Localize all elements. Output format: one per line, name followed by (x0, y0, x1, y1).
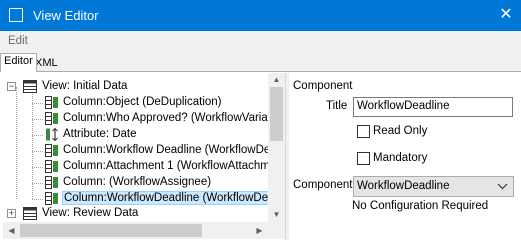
scroll-left-icon[interactable]: ◀ (3, 222, 20, 239)
read-only-label[interactable]: Read Only (373, 125, 427, 137)
tab-editor[interactable]: Editor (0, 53, 37, 72)
tree-node-label: View: Initial Data (42, 80, 128, 92)
tree-node-label: Attribute: Date (63, 128, 137, 140)
menu-bar: Edit (0, 31, 521, 53)
title-bar: View Editor ✕ (0, 0, 521, 31)
scroll-thumb[interactable] (20, 224, 202, 237)
attribute-icon (46, 128, 58, 141)
properties-panel: Component Title WorkflowDeadline Read On… (289, 73, 521, 240)
mandatory-checkbox[interactable] (357, 152, 370, 165)
section-title: Component (293, 80, 353, 92)
scroll-up-icon[interactable]: ▲ (268, 73, 285, 87)
tree-node-column[interactable]: Column: (WorkflowAssignee) (7, 175, 267, 191)
component-select[interactable]: WorkflowDeadline (353, 176, 514, 197)
collapse-icon[interactable]: − (7, 82, 16, 91)
component-select-value: WorkflowDeadline (357, 180, 450, 192)
tree-node-label: Column:Who Approved? (WorkflowVariable (63, 112, 269, 124)
view-tree[interactable]: − View: Initial Data Column:Object (DeDu… (3, 73, 269, 222)
scroll-thumb[interactable] (270, 87, 283, 141)
tree-node-label: Column: (WorkflowAssignee) (63, 176, 212, 188)
column-icon (45, 176, 58, 189)
app-window-icon (9, 8, 23, 22)
tree-node-column[interactable]: Column:Who Approved? (WorkflowVariable (7, 111, 269, 127)
tree-node-label: Column:Object (DeDuplication) (63, 96, 222, 108)
tree-node-label: View: Review Data (42, 207, 139, 219)
tree-node-label: Column:Workflow Deadline (WorkflowDead (63, 144, 269, 156)
title-label: Title (326, 100, 348, 112)
tree-node-column[interactable]: Column:Object (DeDuplication) (7, 95, 267, 111)
column-icon (45, 192, 58, 205)
window-title: View Editor (33, 8, 99, 23)
column-icon (45, 112, 58, 125)
menu-edit[interactable]: Edit (8, 35, 28, 47)
tree-horizontal-scrollbar[interactable]: ◀ ▶ (3, 222, 268, 239)
grid-view-icon (23, 207, 37, 220)
read-only-checkbox[interactable] (357, 125, 370, 138)
grid-view-icon (23, 80, 37, 93)
tree-node-column[interactable]: Column:Attachment 1 (WorkflowAttachmer (7, 159, 269, 175)
column-icon (45, 96, 58, 109)
tree-node-column-selected[interactable]: Column:WorkflowDeadline (WorkflowDeadli (7, 191, 269, 207)
column-icon (45, 144, 58, 157)
tree-node-label: Column:WorkflowDeadline (WorkflowDeadli (62, 191, 269, 205)
scroll-right-icon[interactable]: ▶ (251, 222, 268, 239)
tree-vertical-scrollbar[interactable]: ▲ ▼ (268, 73, 285, 222)
tree-node-attribute[interactable]: Attribute: Date (7, 127, 267, 143)
mandatory-label[interactable]: Mandatory (373, 152, 427, 164)
tree-node-label: Column:Attachment 1 (WorkflowAttachmer (63, 160, 269, 172)
tree-node-column[interactable]: Column:Workflow Deadline (WorkflowDead (7, 143, 269, 159)
chevron-down-icon (497, 183, 508, 190)
scroll-down-icon[interactable]: ▼ (268, 208, 285, 222)
title-field[interactable]: WorkflowDeadline (353, 97, 513, 117)
expand-icon[interactable]: + (7, 209, 16, 218)
component-label: Component (293, 179, 353, 191)
tree-node-initial-data[interactable]: − View: Initial Data (7, 79, 267, 95)
tree-node-review-data[interactable]: + View: Review Data (7, 206, 267, 222)
tab-strip: Editor XML (0, 53, 521, 72)
column-icon (45, 160, 58, 173)
scrollbar-corner (268, 222, 285, 239)
close-icon[interactable]: ✕ (491, 0, 521, 31)
config-note: No Configuration Required (352, 200, 489, 212)
